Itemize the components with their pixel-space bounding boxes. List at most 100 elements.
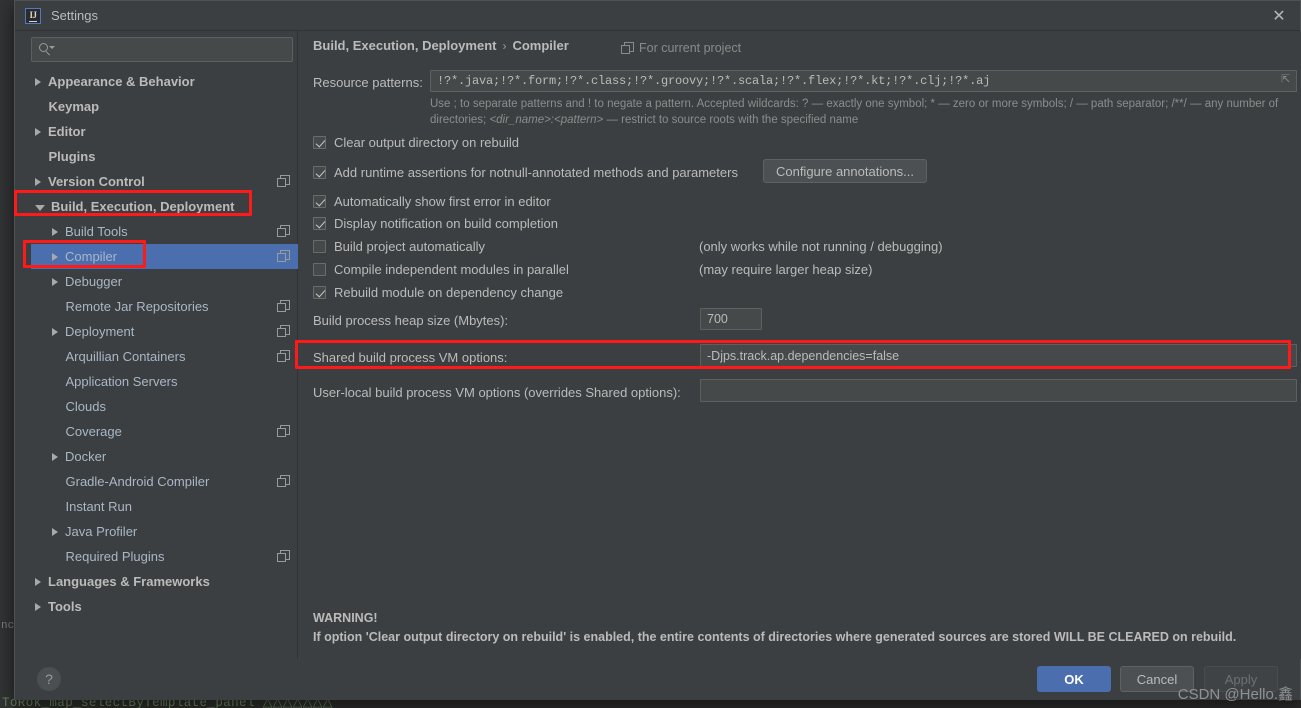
chevron-right-icon[interactable] xyxy=(35,177,41,186)
checkbox-compile-independent-modules[interactable]: Compile independent modules in parallel xyxy=(313,262,569,277)
dialog-footer: ? OK Cancel Apply xyxy=(15,659,1300,700)
sidebar-item-version-control[interactable]: Version Control xyxy=(31,169,298,194)
checkbox-auto-show-first-error[interactable]: Automatically show first error in editor xyxy=(313,194,551,209)
chevron-right-icon[interactable] xyxy=(52,252,58,261)
resource-patterns-label: Resource patterns: xyxy=(313,75,423,90)
user-local-vm-options-label: User-local build process VM options (ove… xyxy=(313,385,681,400)
copy-to-project-icon[interactable] xyxy=(277,425,290,438)
sidebar-item-label: Build, Execution, Deployment xyxy=(51,199,235,214)
sidebar-item-java-profiler[interactable]: Java Profiler xyxy=(31,519,298,544)
resource-patterns-help-dirname: <dir_name>:<pattern> xyxy=(489,113,604,126)
checkbox-label: Display notification on build completion xyxy=(334,216,559,231)
checkbox-display-notification[interactable]: Display notification on build completion xyxy=(313,216,558,231)
project-scope-icon xyxy=(621,41,634,55)
sidebar-item-label: Tools xyxy=(48,599,82,614)
tree-arrow-placeholder xyxy=(52,477,59,486)
checkbox-box[interactable] xyxy=(313,195,326,208)
shared-vm-options-label: Shared build process VM options: xyxy=(313,350,508,365)
sidebar-item-coverage[interactable]: Coverage xyxy=(31,419,298,444)
checkbox-label: Clear output directory on rebuild xyxy=(334,135,519,150)
sidebar-item-docker[interactable]: Docker xyxy=(31,444,298,469)
sidebar-item-editor[interactable]: Editor xyxy=(31,119,298,144)
checkbox-box[interactable] xyxy=(313,286,326,299)
chevron-right-icon[interactable] xyxy=(52,527,58,536)
checkbox-build-project-automatically[interactable]: Build project automatically xyxy=(313,239,485,254)
sidebar-item-languages-frameworks[interactable]: Languages & Frameworks xyxy=(31,569,298,594)
note-parallel-heap: (may require larger heap size) xyxy=(699,262,873,277)
warning-title: WARNING! xyxy=(313,611,378,625)
sidebar-item-build-tools[interactable]: Build Tools xyxy=(31,219,298,244)
heap-size-input[interactable]: 700 xyxy=(700,308,762,330)
search-input[interactable] xyxy=(31,37,293,62)
checkbox-box[interactable] xyxy=(313,217,326,230)
sidebar-item-deployment[interactable]: Deployment xyxy=(31,319,298,344)
checkbox-box[interactable] xyxy=(313,263,326,276)
tree-arrow-placeholder xyxy=(52,402,59,411)
sidebar-item-label: Java Profiler xyxy=(65,524,138,539)
sidebar-item-remote-jar-repositories[interactable]: Remote Jar Repositories xyxy=(31,294,298,319)
resource-patterns-help-line1: Use ; to separate patterns and ! to nega… xyxy=(430,98,1224,110)
sidebar-item-label: Clouds xyxy=(65,399,106,414)
sidebar-item-plugins[interactable]: Plugins xyxy=(31,144,298,169)
sidebar-item-tools[interactable]: Tools xyxy=(31,594,298,619)
copy-to-project-icon[interactable] xyxy=(277,475,290,488)
copy-to-project-icon[interactable] xyxy=(277,175,290,188)
configure-annotations-button[interactable]: Configure annotations... xyxy=(763,159,927,183)
sidebar-item-build-execution-deployment[interactable]: Build, Execution, Deployment xyxy=(31,194,298,219)
sidebar-item-debugger[interactable]: Debugger xyxy=(31,269,298,294)
shared-vm-options-input[interactable]: -Djps.track.ap.dependencies=false xyxy=(700,344,1297,367)
user-local-vm-options-input[interactable] xyxy=(700,379,1297,402)
chevron-right-icon[interactable] xyxy=(52,277,58,286)
sidebar-item-label: Version Control xyxy=(48,174,145,189)
copy-to-project-icon[interactable] xyxy=(277,250,290,263)
checkbox-box[interactable] xyxy=(313,136,326,149)
sidebar-item-label: Languages & Frameworks xyxy=(48,574,210,589)
chevron-right-icon[interactable] xyxy=(35,602,41,611)
dialog-titlebar: IJ Settings ✕ xyxy=(15,1,1300,31)
chevron-right-icon[interactable] xyxy=(52,227,58,236)
checkbox-label: Compile independent modules in parallel xyxy=(334,262,569,277)
sidebar-item-arquillian-containers[interactable]: Arquillian Containers xyxy=(31,344,298,369)
copy-to-project-icon[interactable] xyxy=(277,225,290,238)
sidebar-item-application-servers[interactable]: Application Servers xyxy=(31,369,298,394)
sidebar-item-label: Docker xyxy=(65,449,107,464)
help-button[interactable]: ? xyxy=(37,667,61,691)
checkbox-add-runtime-assertions[interactable]: Add runtime assertions for notnull-annot… xyxy=(313,165,738,180)
sidebar-item-gradle-android-compiler[interactable]: Gradle-Android Compiler xyxy=(31,469,298,494)
sidebar-item-label: Compiler xyxy=(65,249,118,264)
expand-icon[interactable]: ⇱ xyxy=(1281,75,1292,87)
chevron-right-icon[interactable] xyxy=(35,577,41,586)
copy-to-project-icon[interactable] xyxy=(277,300,290,313)
checkbox-clear-output-directory[interactable]: Clear output directory on rebuild xyxy=(313,135,519,150)
close-icon[interactable]: ✕ xyxy=(1266,5,1292,29)
breadcrumb: Build, Execution, Deployment › Compiler xyxy=(313,38,569,53)
sidebar-item-appearance-behavior[interactable]: Appearance & Behavior xyxy=(31,69,298,94)
ok-button[interactable]: OK xyxy=(1037,666,1111,692)
search-field-wrap[interactable] xyxy=(31,37,293,62)
sidebar-item-compiler[interactable]: Compiler xyxy=(31,244,298,269)
chevron-right-icon[interactable] xyxy=(52,327,58,336)
chevron-right-icon[interactable] xyxy=(35,127,41,136)
sidebar-item-instant-run[interactable]: Instant Run xyxy=(31,494,298,519)
chevron-right-icon[interactable] xyxy=(52,452,58,461)
breadcrumb-root[interactable]: Build, Execution, Deployment xyxy=(313,38,496,53)
resource-patterns-input[interactable]: !?*.java;!?*.form;!?*.class;!?*.groovy;!… xyxy=(430,70,1297,92)
copy-to-project-icon[interactable] xyxy=(277,550,290,563)
checkbox-box[interactable] xyxy=(313,240,326,253)
sidebar-item-clouds[interactable]: Clouds xyxy=(31,394,298,419)
chevron-right-icon[interactable] xyxy=(35,77,41,86)
copy-to-project-icon[interactable] xyxy=(277,325,290,338)
tree-arrow-placeholder xyxy=(35,102,42,111)
checkbox-box[interactable] xyxy=(313,166,326,179)
settings-main-panel: Build, Execution, Deployment › Compiler Fo… xyxy=(299,31,1301,659)
breadcrumb-leaf: Compiler xyxy=(512,38,569,53)
sidebar-item-keymap[interactable]: Keymap xyxy=(31,94,298,119)
chevron-down-icon[interactable] xyxy=(35,204,45,211)
sidebar-item-required-plugins[interactable]: Required Plugins xyxy=(31,544,298,569)
checkbox-rebuild-module-on-dependency-change[interactable]: Rebuild module on dependency change xyxy=(313,285,563,300)
dialog-title: Settings xyxy=(51,8,98,23)
warning-body: If option 'Clear output directory on reb… xyxy=(313,630,1237,644)
tree-arrow-placeholder xyxy=(52,352,59,361)
tree-arrow-placeholder xyxy=(52,427,59,436)
copy-to-project-icon[interactable] xyxy=(277,350,290,363)
